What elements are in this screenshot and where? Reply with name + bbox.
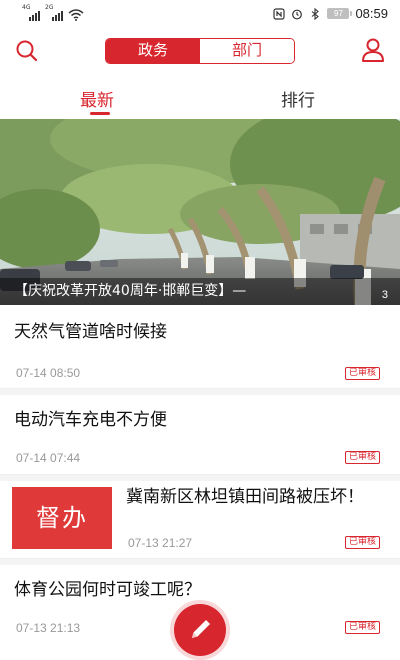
status-bar: 4G 2G 97 08:59 [0,0,400,30]
active-tab-indicator [90,112,110,115]
status-time: 08:59 [355,6,388,21]
signal-area: 4G 2G [22,4,84,21]
segment-government[interactable]: 政务 [106,39,200,63]
compose-button[interactable] [174,604,226,656]
item-time: 07-13 21:27 [128,536,193,550]
wifi-icon [68,9,84,21]
battery-icon: 97 [327,8,353,19]
segment-department[interactable]: 部门 [200,39,294,63]
app-header: 政务 部门 [0,30,400,72]
item-title: 电动汽车充电不方便 [14,410,167,430]
supervise-tag: 督办 [12,487,112,549]
status-badge: 已审核 [344,621,380,634]
tab-bar: 最新 排行 [0,78,400,118]
network-type-label: 2G [45,4,54,11]
status-badge: 已审核 [344,451,380,464]
banner-pager: 3 [381,289,388,301]
section-switch: 政务 部门 [105,38,295,64]
tab-ranking[interactable]: 排行 [281,86,315,111]
alarm-icon [292,9,303,19]
list-item[interactable]: 督办 冀南新区林坦镇田间路被压坏！ 07-13 21:27 已审核 [0,481,400,559]
user-icon[interactable] [358,35,388,65]
status-badge: 已审核 [344,536,380,549]
status-icons: 97 08:59 [273,6,388,21]
list-item[interactable]: 天然气管道啥时候接 07-14 08:50 已审核 [0,305,400,389]
banner-caption: 【庆祝改革开放40周年·邯郸巨变】— [0,278,400,305]
banner-carousel[interactable]: 【庆祝改革开放40周年·邯郸巨变】— 3 [0,119,400,305]
item-title: 体育公园何时可竣工呢？ [14,580,201,600]
search-icon[interactable] [12,36,42,66]
item-time: 07-14 08:50 [16,366,81,380]
bluetooth-icon [312,7,320,20]
item-time: 07-14 07:44 [16,451,81,465]
item-title: 天然气管道啥时候接 [14,322,167,342]
item-time: 07-13 21:13 [16,621,81,635]
list-item[interactable]: 电动汽车充电不方便 07-14 07:44 已审核 [0,395,400,475]
network-type-label: 4G [22,4,31,11]
pencil-icon [192,620,210,638]
nfc-icon [273,7,286,20]
tab-latest[interactable]: 最新 [80,86,114,111]
status-badge: 已审核 [344,367,380,380]
item-title: 冀南新区林坦镇田间路被压坏！ [126,487,364,507]
signal-icon: 4G [22,4,40,21]
signal-icon: 2G [45,4,63,21]
